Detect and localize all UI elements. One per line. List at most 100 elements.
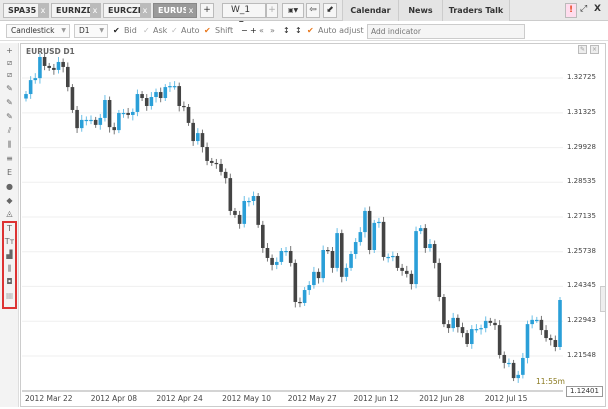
candle <box>261 220 265 253</box>
candle <box>107 96 112 133</box>
candle-body <box>47 65 52 68</box>
candle <box>479 324 483 335</box>
candle <box>307 281 312 295</box>
candle <box>372 219 377 253</box>
candle-body <box>223 171 228 179</box>
candle-body <box>228 178 233 211</box>
candle-body <box>326 249 330 252</box>
candle-body <box>24 94 28 99</box>
candle <box>126 107 130 119</box>
candle <box>502 351 507 369</box>
candle-body <box>432 244 437 263</box>
candle-body <box>446 324 451 329</box>
candle <box>530 315 534 329</box>
candle-body <box>293 262 298 302</box>
candle <box>321 245 325 283</box>
candle-body <box>534 319 539 322</box>
candle-body <box>256 196 260 225</box>
scroll-handle[interactable] <box>600 286 606 312</box>
candle-body <box>168 86 172 88</box>
candle <box>493 318 497 330</box>
candle-body <box>177 86 182 106</box>
candle <box>469 325 474 349</box>
candle <box>200 129 205 153</box>
candle <box>474 324 479 333</box>
candle <box>196 128 200 145</box>
date-tick-label: 2012 May 10 <box>222 394 271 403</box>
price-chart[interactable] <box>0 0 608 409</box>
candle <box>335 228 339 272</box>
candle <box>437 258 442 302</box>
candle <box>395 252 400 271</box>
candle <box>33 73 38 84</box>
candle <box>298 297 302 308</box>
candle-body <box>353 242 358 254</box>
candle-body <box>172 86 177 88</box>
candle-body <box>126 112 130 115</box>
candle-body <box>423 228 428 249</box>
candle-body <box>483 320 488 329</box>
candle <box>404 265 409 278</box>
candle-body <box>131 111 135 115</box>
candle <box>349 250 353 271</box>
candle-body <box>205 147 209 161</box>
candle-body <box>274 261 279 265</box>
candle <box>353 238 358 259</box>
candle-body <box>200 133 205 148</box>
candle-body <box>414 231 418 285</box>
candle-body <box>209 160 214 163</box>
candle-body <box>288 250 293 263</box>
candle <box>56 56 61 74</box>
candle-body <box>381 221 386 257</box>
candle-body <box>330 250 335 268</box>
candle-body <box>182 105 186 108</box>
candle-body <box>548 338 553 341</box>
candle <box>548 334 553 346</box>
candle <box>534 316 539 323</box>
candle <box>446 320 451 333</box>
candle-body <box>214 162 219 165</box>
candle <box>465 330 469 347</box>
candle <box>400 263 404 276</box>
candle <box>223 168 228 184</box>
candle <box>182 101 186 112</box>
candle-body <box>89 119 93 122</box>
candle <box>391 251 395 262</box>
chart-edit-icon[interactable]: ✎ <box>578 45 587 54</box>
candle <box>38 53 42 84</box>
candle-body <box>321 249 325 279</box>
price-tick-label: 1.24345 <box>567 281 596 290</box>
candle <box>163 84 168 102</box>
candle <box>381 216 386 261</box>
candle-body <box>316 271 321 279</box>
candle-body <box>191 122 195 142</box>
candle-body <box>404 270 409 274</box>
candle-body <box>474 329 479 331</box>
candle-body <box>307 285 312 291</box>
candle <box>61 58 65 73</box>
candle <box>172 81 177 90</box>
candle <box>98 113 103 130</box>
candle-body <box>363 210 367 233</box>
price-tick-label: 1.22943 <box>567 316 596 325</box>
candle-body <box>418 228 423 232</box>
candle <box>84 116 89 126</box>
candle-body <box>386 256 390 259</box>
candle <box>358 227 363 246</box>
candle <box>363 207 367 238</box>
candle <box>442 294 446 328</box>
candle <box>52 63 56 75</box>
candle-body <box>284 250 288 253</box>
candle <box>233 207 237 218</box>
candle-body <box>493 322 497 326</box>
candle <box>24 91 28 102</box>
candle <box>228 173 233 216</box>
candle <box>367 206 372 255</box>
chart-close-icon[interactable]: × <box>590 45 599 54</box>
chart-title: EURUSD D1 <box>26 47 75 56</box>
price-tick-label: 1.31325 <box>567 107 596 116</box>
candle <box>525 320 530 364</box>
candle-body <box>196 133 200 142</box>
candle <box>149 92 154 110</box>
candle <box>288 246 293 267</box>
